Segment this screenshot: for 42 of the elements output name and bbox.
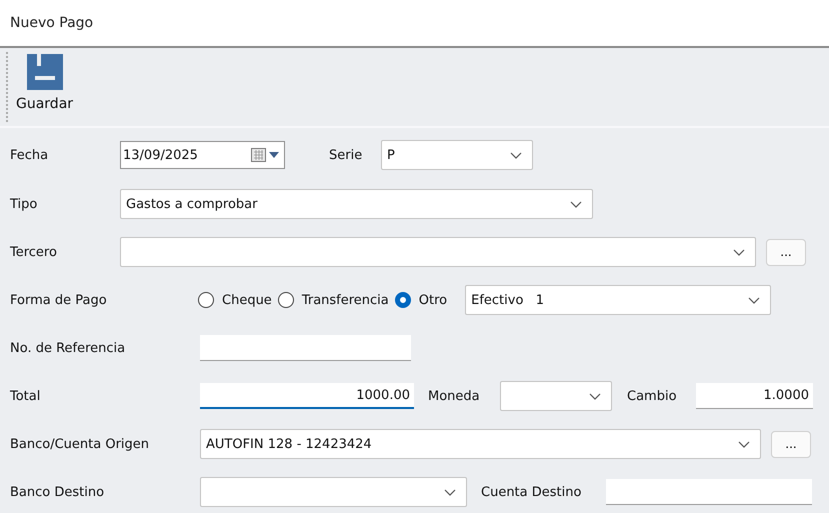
field-label: Tipo bbox=[10, 196, 38, 212]
input-field[interactable] bbox=[200, 335, 411, 361]
input-field[interactable] bbox=[606, 479, 812, 505]
forma-select[interactable]: Efectivo 1 bbox=[465, 285, 772, 315]
field-label: Fecha bbox=[10, 148, 50, 162]
field-label: Banco/Cuenta Origen bbox=[10, 436, 150, 452]
banco-origen-select[interactable]: AUTOFIN 128 - 12423424 bbox=[200, 429, 761, 459]
radio-option[interactable]: Cheque bbox=[198, 292, 272, 308]
radio-button[interactable] bbox=[394, 292, 411, 308]
total-field[interactable]: 1000.00 bbox=[200, 383, 414, 409]
banco-destino-select[interactable] bbox=[200, 477, 467, 507]
field-label: Total bbox=[10, 388, 42, 404]
chevron-down-icon bbox=[738, 440, 750, 448]
browse-button[interactable]: ... bbox=[766, 238, 806, 266]
field-label: Cuenta Destino bbox=[481, 484, 582, 500]
field-label: Forma de Pago bbox=[10, 292, 108, 308]
radio-button[interactable] bbox=[198, 292, 214, 308]
chevron-down-icon bbox=[444, 488, 456, 496]
moneda-select[interactable] bbox=[500, 381, 612, 411]
browse-button[interactable]: ... bbox=[771, 430, 811, 458]
field-label: Banco Destino bbox=[10, 484, 106, 500]
save-button[interactable]: Guardar bbox=[10, 48, 78, 126]
chevron-down-icon bbox=[510, 152, 522, 158]
tercero-select[interactable] bbox=[120, 237, 756, 267]
radio-button[interactable] bbox=[278, 292, 294, 308]
cambio-field[interactable]: 1.0000 bbox=[696, 383, 813, 409]
tipo-select[interactable]: Gastos a comprobar bbox=[120, 189, 593, 219]
serie-select[interactable]: P bbox=[381, 140, 533, 170]
radio-option[interactable]: Otro bbox=[394, 292, 448, 308]
field-label: Tercero bbox=[10, 244, 58, 260]
chevron-down-icon bbox=[733, 248, 745, 256]
window-title: Nuevo Pago bbox=[10, 15, 94, 31]
field-label: Serie bbox=[329, 148, 364, 162]
field-label: Moneda bbox=[428, 388, 481, 404]
field-label: Cambio bbox=[627, 388, 678, 404]
calendar-dropdown-icon bbox=[251, 148, 281, 162]
field-label: No. de Referencia bbox=[10, 340, 126, 356]
chevron-down-icon bbox=[570, 200, 582, 208]
date-field[interactable]: 13/09/2025 bbox=[120, 141, 285, 169]
chevron-down-icon bbox=[748, 296, 760, 304]
radio-option[interactable]: Transferencia bbox=[278, 292, 389, 308]
chevron-down-icon bbox=[589, 392, 601, 400]
